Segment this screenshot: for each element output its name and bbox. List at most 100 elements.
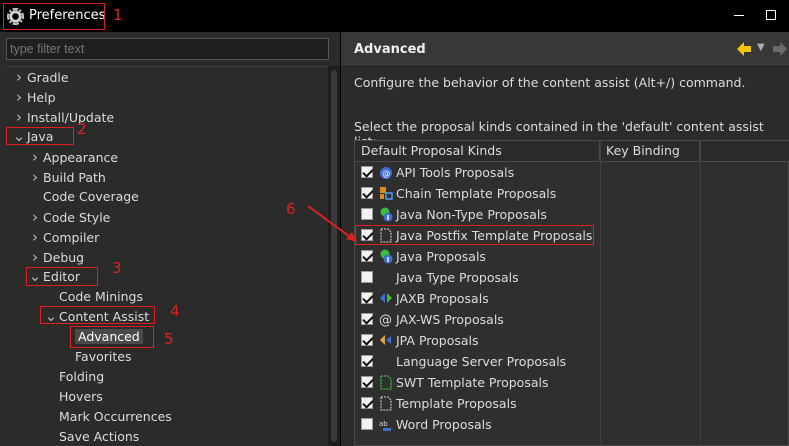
maximize-icon[interactable] (766, 10, 776, 20)
proposal-row-chain-template-proposals[interactable]: Chain Template Proposals (355, 183, 600, 204)
proposal-label: SWT Template Proposals (396, 375, 549, 390)
proposal-row-jpa-proposals[interactable]: JPA Proposals (355, 330, 600, 351)
proposal-row-swt-template-proposals[interactable]: SWT Template Proposals (355, 372, 600, 393)
swt-template-icon (379, 375, 393, 390)
proposal-row-jaxb-proposals[interactable]: JAXB Proposals (355, 288, 600, 309)
proposal-label: JAX-WS Proposals (396, 312, 504, 327)
annotation-number: 2 (77, 120, 87, 138)
svg-text:@: @ (382, 169, 390, 178)
tree-item-label: Help (27, 90, 56, 105)
tree-item-gradle[interactable]: › Gradle (11, 67, 69, 87)
proposal-row-java-proposals[interactable]: Java Proposals (355, 246, 600, 267)
chevron-right-icon[interactable]: › (27, 227, 43, 247)
proposal-row-language-server-proposals[interactable]: Language Server Proposals (355, 351, 600, 372)
proposal-row-template-proposals[interactable]: Template Proposals (355, 393, 600, 414)
java-proposal-icon (379, 249, 393, 264)
tree-item-compiler[interactable]: › Compiler (27, 227, 99, 247)
back-arrow-icon[interactable] (735, 40, 753, 58)
tree-item-label: Build Path (43, 170, 106, 185)
svg-text:@: @ (379, 313, 392, 327)
nav-history-dropdown-icon[interactable]: ▼ (757, 42, 765, 53)
proposal-checkbox[interactable] (361, 250, 373, 262)
column-header-key-binding[interactable]: Key Binding (600, 141, 700, 162)
proposal-label: Java Proposals (396, 249, 486, 264)
proposal-label: Template Proposals (396, 396, 517, 411)
tree-item-label: Mark Occurrences (59, 409, 172, 424)
proposal-label: Java Non-Type Proposals (396, 207, 547, 222)
proposal-checkbox[interactable] (361, 187, 373, 199)
annotation-arrow-icon (307, 205, 357, 242)
tree-item-appearance[interactable]: › Appearance (27, 147, 118, 167)
jaxb-icon (379, 291, 393, 306)
proposal-row-word-proposals[interactable]: ab Word Proposals (355, 414, 600, 435)
proposal-checkbox[interactable] (361, 313, 373, 325)
tree-item-label: Appearance (43, 150, 119, 165)
proposal-checkbox[interactable] (361, 208, 373, 220)
tree-item-build-path[interactable]: › Build Path (27, 167, 106, 187)
tree-item-code-coverage[interactable]: Code Coverage (27, 187, 139, 207)
tree-item-save-actions[interactable]: Save Actions (43, 427, 139, 446)
tree-item-mark-occurrences[interactable]: Mark Occurrences (43, 407, 172, 427)
proposal-checkbox[interactable] (361, 397, 373, 409)
annotation-box-content-assist (40, 306, 155, 324)
proposal-label: Word Proposals (396, 417, 492, 432)
proposal-checkbox[interactable] (361, 376, 373, 388)
tree-item-label: Hovers (59, 389, 103, 404)
tree-item-install-update[interactable]: › Install/Update (11, 107, 114, 127)
chevron-right-icon[interactable]: › (11, 67, 27, 87)
tree-item-favorites[interactable]: Favorites (59, 347, 131, 367)
tree-item-label: Code Minings (59, 289, 143, 304)
chevron-right-icon[interactable]: › (27, 247, 43, 267)
chevron-right-icon[interactable]: › (27, 147, 43, 167)
tree-item-help[interactable]: › Help (11, 87, 56, 107)
chevron-right-icon[interactable]: › (27, 167, 43, 187)
scrollbar-thumb[interactable] (331, 70, 337, 442)
svg-text:ab: ab (379, 420, 388, 428)
page-title: Advanced (354, 42, 426, 57)
at-sign-icon: @ (379, 312, 393, 328)
proposal-checkbox[interactable] (361, 292, 373, 304)
filter-input[interactable] (6, 38, 329, 60)
proposal-row-jax-ws-proposals[interactable]: @ JAX-WS Proposals (355, 309, 600, 330)
java-proposal-icon (379, 207, 393, 222)
minimize-icon[interactable] (734, 15, 744, 16)
tree-item-label: Code Coverage (43, 189, 139, 204)
proposal-checkbox[interactable] (361, 355, 373, 367)
column-header-proposal-kinds[interactable]: Default Proposal Kinds (355, 141, 600, 162)
tree-item-label: Save Actions (59, 429, 140, 444)
chevron-right-icon[interactable]: › (27, 207, 43, 227)
proposal-label: JAXB Proposals (396, 291, 489, 306)
annotation-box-advanced (70, 326, 154, 348)
proposal-label: Java Type Proposals (396, 270, 519, 285)
tree-item-code-minings[interactable]: Code Minings (43, 287, 143, 307)
annotation-number: 3 (112, 259, 122, 277)
proposal-checkbox[interactable] (361, 271, 373, 283)
chevron-right-icon[interactable]: › (11, 107, 27, 127)
preference-navigation: ›Gradle›Help›Install/Update⌄Java›Appeara… (0, 32, 340, 446)
annotation-box-preferences (3, 3, 105, 30)
proposal-checkbox[interactable] (361, 166, 373, 178)
column-divider (600, 141, 601, 446)
proposal-row-api-tools-proposals[interactable]: @ API Tools Proposals (355, 162, 600, 183)
api-tools-icon: @ (379, 165, 393, 180)
tree-item-code-style[interactable]: › Code Style (27, 207, 110, 227)
tree-item-label: Debug (43, 250, 85, 265)
annotation-number: 1 (113, 6, 123, 24)
column-header-empty (700, 141, 789, 162)
chevron-right-icon[interactable]: › (11, 87, 27, 107)
chain-template-icon (379, 186, 393, 201)
tree-scrollbar[interactable] (328, 66, 340, 446)
tree-item-hovers[interactable]: Hovers (43, 387, 103, 407)
proposal-kinds-table: Default Proposal Kinds Key Binding @ API … (354, 140, 789, 446)
preference-tree: › Gradle › Help › Install/Update ⌄ Java › Appeara… (5, 66, 328, 446)
proposal-checkbox[interactable] (361, 418, 373, 430)
proposal-label: API Tools Proposals (396, 165, 515, 180)
page-header: Advanced ▼ (341, 32, 789, 67)
forward-arrow-icon[interactable] (771, 40, 789, 58)
proposal-row-java-non-type-proposals[interactable]: Java Non-Type Proposals (355, 204, 600, 225)
tree-item-debug[interactable]: › Debug (27, 247, 84, 267)
tree-item-folding[interactable]: Folding (43, 367, 104, 387)
proposal-row-java-type-proposals[interactable]: Java Type Proposals (355, 267, 600, 288)
proposal-label: JPA Proposals (396, 333, 479, 348)
proposal-checkbox[interactable] (361, 334, 373, 346)
